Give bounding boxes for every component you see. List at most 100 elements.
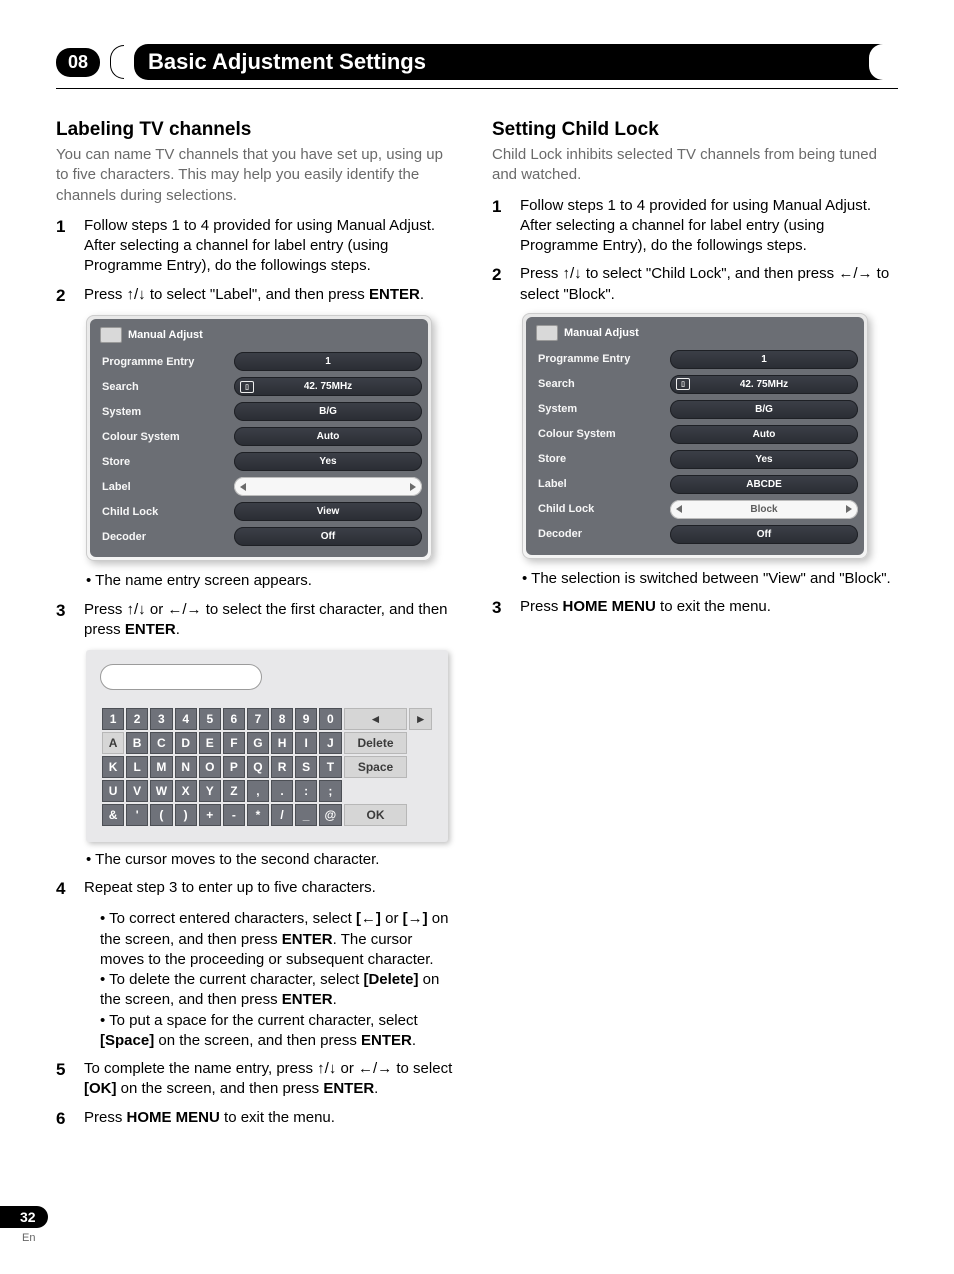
keyboard-key[interactable]: 4 <box>175 708 197 730</box>
step-number: 3 <box>492 597 508 620</box>
keyboard-key[interactable]: Y <box>199 780 221 802</box>
osd-row-value: Yes <box>234 452 422 471</box>
keyboard-key[interactable]: 0 <box>319 708 342 730</box>
osd-row: StoreYes <box>96 449 422 474</box>
step-body: Press ↑/↓ or ←/→ to select the first cha… <box>84 600 456 641</box>
osd-row: StoreYes <box>532 447 858 472</box>
keyboard-key[interactable]: ; <box>319 780 342 802</box>
keyboard-key[interactable]: M <box>150 756 172 778</box>
note: The name entry screen appears. <box>86 571 456 591</box>
keyboard-key[interactable]: Z <box>223 780 245 802</box>
osd-row: Label <box>96 474 422 499</box>
keyboard-key[interactable]: P <box>223 756 245 778</box>
osd-row-value <box>234 477 422 496</box>
bracket-decor <box>110 45 124 79</box>
keyboard-key[interactable]: 6 <box>223 708 245 730</box>
keyboard-key[interactable]: 5 <box>199 708 221 730</box>
keyboard-key[interactable]: R <box>271 756 293 778</box>
keyboard-key[interactable]: , <box>247 780 269 802</box>
keyboard-key[interactable]: W <box>150 780 172 802</box>
osd-row: Programme Entry1 <box>96 349 422 374</box>
step-body: Press ↑/↓ to select "Child Lock", and th… <box>520 264 892 305</box>
keyboard-key[interactable]: Q <box>247 756 269 778</box>
keyboard-key[interactable]: G <box>247 732 269 754</box>
osd-row: Child LockBlock <box>532 497 858 522</box>
keyboard-key[interactable]: OK <box>344 804 408 826</box>
keyboard-key[interactable]: D <box>175 732 197 754</box>
step-number: 1 <box>56 216 72 277</box>
keyboard-key[interactable]: A <box>102 732 124 754</box>
keyboard-key[interactable]: C <box>150 732 172 754</box>
keyboard-key[interactable]: ► <box>409 708 432 730</box>
keyboard-key[interactable]: 8 <box>271 708 293 730</box>
keyboard-key[interactable]: 2 <box>126 708 148 730</box>
keyboard-key[interactable] <box>344 780 408 802</box>
lead-text: You can name TV channels that you have s… <box>56 145 456 206</box>
keyboard-key[interactable]: Delete <box>344 732 408 754</box>
keyboard-key[interactable]: / <box>271 804 293 826</box>
keyboard-key[interactable]: U <box>102 780 124 802</box>
step-number: 3 <box>56 600 72 641</box>
keyboard-key[interactable]: ) <box>175 804 197 826</box>
step-body: Follow steps 1 to 4 provided for using M… <box>84 216 456 277</box>
osd-row: Colour SystemAuto <box>96 424 422 449</box>
keyboard-key[interactable]: K <box>102 756 124 778</box>
keyboard-key[interactable]: + <box>199 804 221 826</box>
osd-row-label: Label <box>532 478 660 490</box>
keyboard-key[interactable]: S <box>295 756 317 778</box>
keyboard-key[interactable]: 9 <box>295 708 317 730</box>
osd-row-label: Colour System <box>532 428 660 440</box>
keyboard-key[interactable]: * <box>247 804 269 826</box>
keyboard-key[interactable]: V <box>126 780 148 802</box>
section-heading-labeling: Labeling TV channels <box>56 119 456 141</box>
step-number: 1 <box>492 196 508 257</box>
step-number: 2 <box>56 285 72 308</box>
keyboard-key[interactable]: . <box>271 780 293 802</box>
leftright-icon: ←/→ <box>167 601 201 618</box>
step-body: To complete the name entry, press ↑/↓ or… <box>84 1059 456 1100</box>
keyboard-key[interactable]: 7 <box>247 708 269 730</box>
keyboard-key[interactable]: ◄ <box>344 708 408 730</box>
divider <box>56 88 898 89</box>
note: The selection is switched between "View"… <box>522 569 892 589</box>
step-number: 2 <box>492 264 508 305</box>
osd-row-label: Label <box>96 481 224 493</box>
keyboard-key[interactable]: @ <box>319 804 342 826</box>
keyboard-key[interactable]: H <box>271 732 293 754</box>
keyboard-key[interactable]: : <box>295 780 317 802</box>
osd-title: Manual Adjust <box>564 327 639 339</box>
osd-row: Colour SystemAuto <box>532 422 858 447</box>
keyboard-key[interactable]: F <box>223 732 245 754</box>
osd-row-value: ABCDE <box>670 475 858 494</box>
onscreen-keyboard: 1234567890◄► ABCDEFGHIJDelete KLMNOPQRSTSp… <box>86 650 448 842</box>
keyboard-key[interactable]: E <box>199 732 221 754</box>
keyboard-key[interactable]: & <box>102 804 124 826</box>
left-column: Labeling TV channels You can name TV cha… <box>56 119 456 1139</box>
keyboard-key[interactable]: I <box>295 732 317 754</box>
keyboard-key[interactable]: ' <box>126 804 148 826</box>
step-body: Press ↑/↓ to select "Label", and then pr… <box>84 285 456 308</box>
keyboard-key[interactable]: N <box>175 756 197 778</box>
osd-row: DecoderOff <box>96 524 422 549</box>
step-number: 5 <box>56 1059 72 1100</box>
updown-icon: ↑/↓ <box>563 265 582 282</box>
osd-row-label: Store <box>532 453 660 465</box>
osd-rows: Programme Entry1Search▯42. 75MHzSystemB/… <box>532 347 858 547</box>
keyboard-key[interactable]: 1 <box>102 708 124 730</box>
keyboard-key[interactable]: _ <box>295 804 317 826</box>
keyboard-key[interactable]: - <box>223 804 245 826</box>
note: To put a space for the current character… <box>100 1011 456 1052</box>
osd-manual-adjust-childlock: Manual Adjust Programme Entry1Search▯42.… <box>522 313 868 559</box>
keyboard-key[interactable]: O <box>199 756 221 778</box>
osd-row-label: Decoder <box>532 528 660 540</box>
keyboard-key[interactable]: ( <box>150 804 172 826</box>
keyboard-key[interactable]: J <box>319 732 342 754</box>
keyboard-key[interactable]: T <box>319 756 342 778</box>
osd-row-label: Programme Entry <box>532 353 660 365</box>
step-body: Press HOME MENU to exit the menu. <box>84 1108 456 1131</box>
keyboard-key[interactable]: Space <box>344 756 408 778</box>
keyboard-key[interactable]: B <box>126 732 148 754</box>
keyboard-key[interactable]: 3 <box>150 708 172 730</box>
keyboard-key[interactable]: L <box>126 756 148 778</box>
keyboard-key[interactable]: X <box>175 780 197 802</box>
